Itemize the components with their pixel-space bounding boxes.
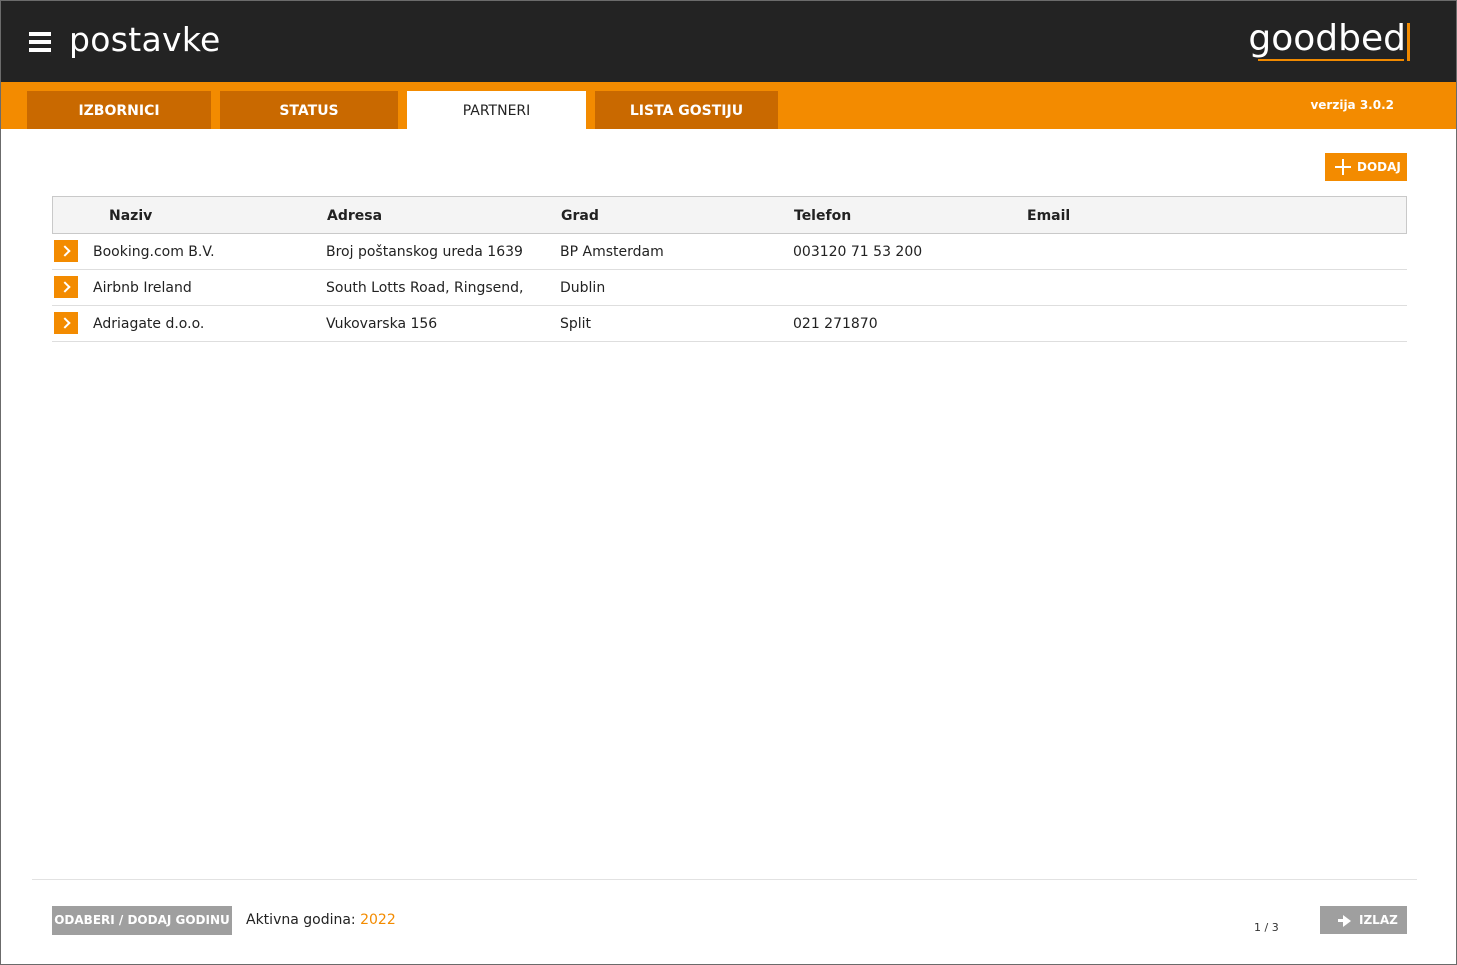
app-header: postavke goodbed <box>1 1 1456 82</box>
table-row: Adriagate d.o.o. Vukovarska 156 Split 02… <box>52 306 1407 342</box>
goodbed-logo: goodbed <box>1248 18 1410 63</box>
logo-text: goodbed <box>1248 18 1406 59</box>
table-row: Airbnb Ireland South Lotts Road, Ringsen… <box>52 270 1407 306</box>
cell-grad: Dublin <box>560 280 606 296</box>
exit-button-label: IZLAZ <box>1359 913 1398 927</box>
column-header-grad: Grad <box>561 208 599 224</box>
cell-telefon: 021 271870 <box>793 316 878 332</box>
cell-naziv: Booking.com B.V. <box>93 244 215 260</box>
add-button-label: DODAJ <box>1357 160 1401 174</box>
open-row-chevron-icon[interactable] <box>54 312 78 334</box>
open-row-chevron-icon[interactable] <box>54 240 78 262</box>
arrow-right-icon <box>1338 914 1352 927</box>
column-header-telefon: Telefon <box>794 208 852 224</box>
cell-grad: Split <box>560 316 592 332</box>
plus-icon <box>1335 159 1351 175</box>
cell-adresa: South Lotts Road, Ringsend, <box>326 280 524 296</box>
page-title: postavke <box>69 20 221 59</box>
exit-button[interactable]: IZLAZ <box>1320 906 1407 934</box>
app-window: postavke goodbed IZBORNICI STATUS PARTNE… <box>0 0 1457 965</box>
active-year-label: Aktivna godina: <box>246 912 356 928</box>
tab-partneri[interactable]: PARTNERI <box>407 91 586 129</box>
version-label: verzija 3.0.2 <box>1310 98 1394 112</box>
open-row-chevron-icon[interactable] <box>54 276 78 298</box>
table-row: Booking.com B.V. Broj poštanskog ureda 1… <box>52 234 1407 270</box>
active-year-info: Aktivna godina: 2022 <box>246 912 396 928</box>
cell-grad: BP Amsterdam <box>560 244 664 260</box>
cell-naziv: Adriagate d.o.o. <box>93 316 205 332</box>
footer-divider <box>32 879 1417 880</box>
tab-status[interactable]: STATUS <box>220 91 398 129</box>
column-header-naziv: Naziv <box>109 208 153 224</box>
active-year-value: 2022 <box>360 912 396 928</box>
column-header-adresa: Adresa <box>327 208 383 224</box>
partners-table: Naziv Adresa Grad Telefon Email Booking.… <box>52 196 1407 342</box>
tab-lista-gostiju[interactable]: LISTA GOSTIJU <box>595 91 778 129</box>
tab-bar: IZBORNICI STATUS PARTNERI LISTA GOSTIJU … <box>1 82 1456 129</box>
column-header-email: Email <box>1027 208 1071 224</box>
cell-adresa: Broj poštanskog ureda 1639 <box>326 244 523 260</box>
table-header: Naziv Adresa Grad Telefon Email <box>52 196 1407 234</box>
cell-naziv: Airbnb Ireland <box>93 280 192 296</box>
add-partner-button[interactable]: DODAJ <box>1325 153 1407 181</box>
cell-telefon: 003120 71 53 200 <box>793 244 923 260</box>
cell-adresa: Vukovarska 156 <box>326 316 438 332</box>
page-indicator: 1 / 3 <box>1254 921 1279 934</box>
select-add-year-button[interactable]: ODABERI / DODAJ GODINU <box>52 906 232 935</box>
tab-izbornici[interactable]: IZBORNICI <box>27 91 211 129</box>
hamburger-menu-icon[interactable] <box>29 32 51 52</box>
